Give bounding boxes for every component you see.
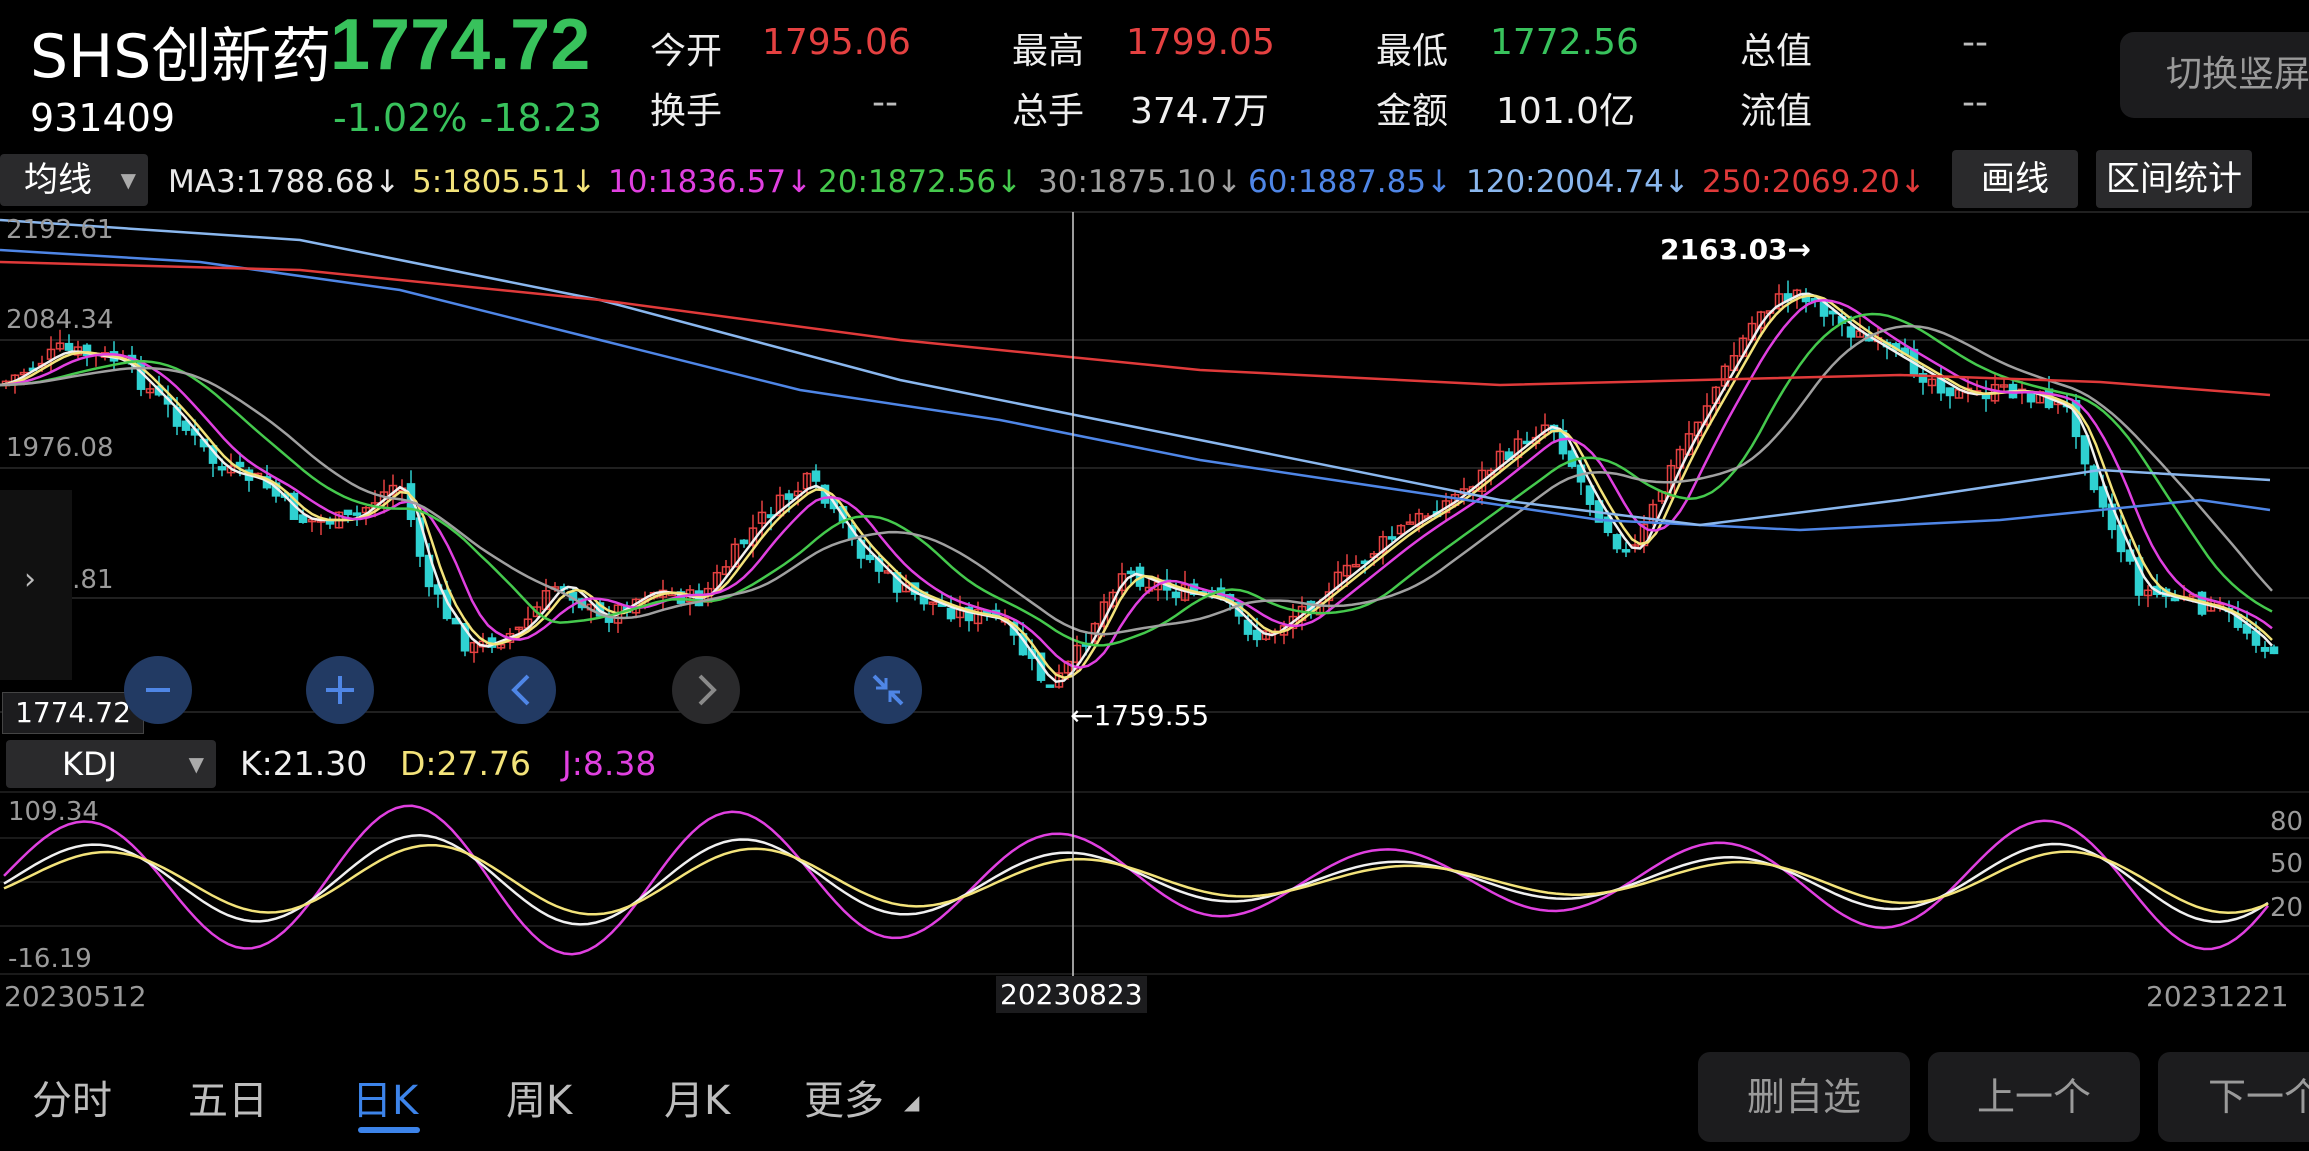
tab-monthly-k[interactable]: 月K [664,1068,730,1126]
kline-chart[interactable]: 2192.61 2084.34 1976.08 1867.81 2163.03→… [0,0,2309,1151]
zoom-out-button[interactable] [124,656,192,724]
tab-more[interactable]: 更多 [804,1068,884,1126]
candle [811,470,821,482]
candle [1171,591,1181,598]
candle [739,539,749,545]
ma5-line [0,294,2273,679]
tab-weekly-k[interactable]: 周K [506,1068,572,1126]
high-marker: 2163.03→ [1660,233,1811,266]
chevron-right-icon [698,674,717,706]
candle [784,493,794,500]
candle [1045,684,1055,688]
candle [1387,536,1397,540]
chevron-left-icon [511,674,530,706]
candle [1846,326,1856,338]
date-end: 20231221 [2146,980,2289,1013]
kdj-axis-80: 80 [2270,807,2303,837]
plus-icon [326,676,354,704]
low-marker: ←1759.55 [1070,699,1209,732]
more-triangle-icon: ◢ [904,1090,920,1114]
next-button[interactable]: 下一个 [2158,1052,2309,1142]
sub-indicator-label: KDJ [62,745,118,783]
chevron-right-icon: › [24,562,36,597]
candle [2170,597,2180,602]
date-start: 20230512 [4,980,147,1013]
candle [946,607,956,620]
kdj-d-value: D:27.76 [400,744,532,783]
kdj-axis-50: 50 [2270,849,2303,879]
tab-five-day[interactable]: 五日 [188,1068,268,1126]
kdj-j-line [3,804,2269,956]
ma10-line [0,298,2273,669]
candle [64,342,74,351]
candle [352,512,362,516]
scroll-left-button[interactable] [488,656,556,724]
active-tab-indicator [358,1127,420,1133]
zoom-in-button[interactable] [306,656,374,724]
candle [1612,534,1622,550]
remove-watchlist-button[interactable]: 删自选 [1698,1052,1910,1142]
tab-intraday[interactable]: 分时 [32,1068,112,1126]
ma60-line [0,248,2271,532]
previous-button[interactable]: 上一个 [1928,1052,2140,1142]
reset-zoom-button[interactable] [854,656,922,724]
kdj-axis-bottom: -16.19 [8,944,92,974]
candle [1945,387,1955,397]
date-cursor: 20230823 [996,976,1147,1013]
kdj-axis-top: 109.34 [8,797,99,827]
price-axis-2: 2084.34 [6,305,114,335]
kdj-k-value: K:21.30 [240,744,368,783]
price-axis-3: 1976.08 [6,433,114,463]
collapse-icon [872,674,904,706]
scroll-right-button[interactable] [672,656,740,724]
minus-icon [146,688,170,692]
candle [865,554,875,561]
candle [2026,391,2036,403]
candle [1126,570,1136,575]
kdj-k-line [3,834,2269,926]
candle [217,466,227,471]
tab-daily-k[interactable]: 日K [352,1068,418,1126]
current-price-tag: 1774.72 [2,692,144,734]
candle [1252,629,1262,641]
sub-indicator-select[interactable]: KDJ ▼ [6,740,216,788]
kdj-j-value: J:8.38 [562,744,657,783]
price-axis-top: 2192.61 [6,215,114,245]
candle [2080,435,2090,465]
kdj-axis-20: 20 [2270,893,2303,923]
chevron-down-icon: ▼ [188,752,204,776]
candle [2269,646,2279,655]
candle [1621,549,1631,553]
candle [2260,646,2270,652]
ma3-line [0,292,2273,684]
candle [343,509,353,516]
side-expand-handle[interactable]: › [0,490,72,680]
